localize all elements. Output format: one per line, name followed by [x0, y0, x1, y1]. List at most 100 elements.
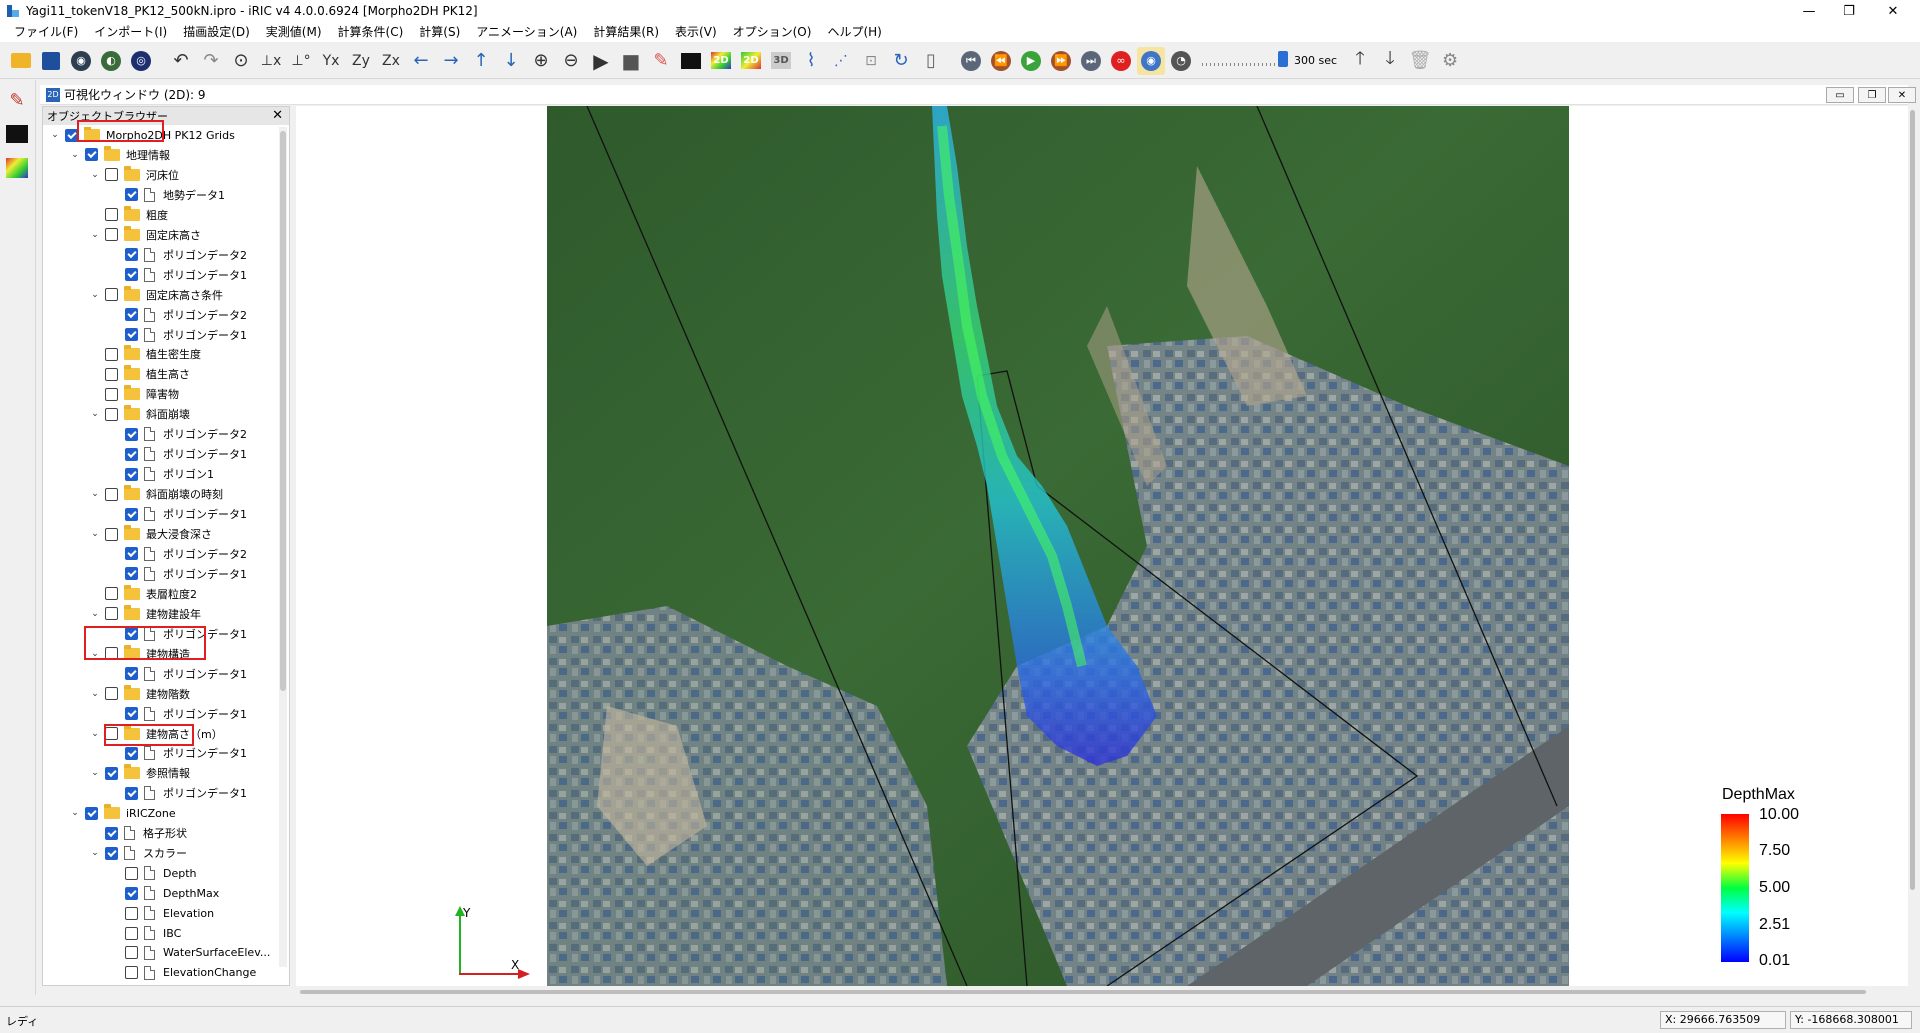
- menu-calculation[interactable]: 計算(S): [411, 22, 468, 42]
- visibility-checkbox[interactable]: [125, 308, 138, 322]
- visibility-checkbox[interactable]: [105, 687, 118, 701]
- visibility-checkbox[interactable]: [125, 786, 138, 800]
- tree-item[interactable]: ポリゴンデータ1: [109, 265, 247, 285]
- tree-item[interactable]: ⌄ 固定床高さ条件: [89, 285, 223, 305]
- tree-item[interactable]: ⌄ 河床位: [89, 165, 179, 185]
- visibility-checkbox[interactable]: [125, 447, 138, 461]
- pencil-icon[interactable]: ✎: [647, 47, 675, 75]
- run-icon[interactable]: ▶: [587, 47, 615, 75]
- object-browser-scrollbar[interactable]: [279, 127, 287, 967]
- tree-item[interactable]: ⌄ スカラー: [89, 843, 187, 863]
- last-frame-icon[interactable]: ⏭: [1077, 47, 1105, 75]
- visibility-checkbox[interactable]: [125, 906, 138, 920]
- visibility-checkbox[interactable]: [125, 866, 138, 880]
- arrow-down-icon[interactable]: 🡓: [1376, 47, 1404, 75]
- expand-arrow-icon[interactable]: ⌄: [89, 608, 101, 620]
- view-zx-icon[interactable]: Zx: [377, 47, 405, 75]
- visibility-checkbox[interactable]: [105, 367, 118, 381]
- expand-arrow-icon[interactable]: ⌄: [89, 488, 101, 500]
- view-2d-icon[interactable]: 2D: [707, 47, 735, 75]
- expand-arrow-icon[interactable]: ⌄: [89, 408, 101, 420]
- menu-help[interactable]: ヘルプ(H): [819, 22, 889, 42]
- stop-icon[interactable]: ■: [617, 47, 645, 75]
- visibility-checkbox[interactable]: [125, 328, 138, 341]
- tree-item[interactable]: Depth: [109, 863, 197, 883]
- visibility-checkbox[interactable]: [125, 507, 138, 521]
- tree-item[interactable]: ポリゴンデータ1: [109, 564, 247, 584]
- camera-icon[interactable]: ◉: [67, 47, 95, 75]
- play-icon[interactable]: ▶: [1017, 47, 1045, 75]
- move-down-icon[interactable]: ↓: [497, 47, 525, 75]
- tree-item[interactable]: ポリゴンデータ1: [109, 743, 247, 763]
- tree-item[interactable]: ⌄ 参照情報: [89, 763, 190, 783]
- first-frame-icon[interactable]: ⏮: [957, 47, 985, 75]
- visibility-checkbox[interactable]: [105, 168, 118, 182]
- tree-item[interactable]: ⌄ 建物階数: [89, 684, 190, 704]
- redo-icon[interactable]: ↷: [197, 47, 225, 75]
- console-window-icon[interactable]: [3, 120, 31, 148]
- tree-item[interactable]: 粗度: [89, 205, 168, 225]
- expand-arrow-icon[interactable]: ⌄: [69, 149, 81, 161]
- menu-animation[interactable]: アニメーション(A): [468, 22, 585, 42]
- visibility-checkbox[interactable]: [105, 527, 118, 541]
- loop-icon[interactable]: ∞: [1107, 47, 1135, 75]
- tree-item[interactable]: ⌄ 斜面崩壊: [89, 404, 190, 424]
- view-yx-icon[interactable]: Yx: [317, 47, 345, 75]
- visibility-checkbox[interactable]: [85, 806, 98, 820]
- tree-item[interactable]: ⌄ 固定床高さ: [89, 225, 201, 245]
- tree-item[interactable]: 植生密生度: [89, 344, 201, 364]
- visibility-checkbox[interactable]: [125, 746, 138, 760]
- move-left-icon[interactable]: ←: [407, 47, 435, 75]
- menu-view[interactable]: 表示(V): [667, 22, 725, 42]
- move-right-icon[interactable]: →: [437, 47, 465, 75]
- globe-icon[interactable]: ◎: [127, 47, 155, 75]
- visibility-checkbox[interactable]: [125, 886, 138, 900]
- expand-arrow-icon[interactable]: ⌄: [69, 807, 81, 819]
- menu-calc-results[interactable]: 計算結果(R): [585, 22, 667, 42]
- sub-restore-button[interactable]: ❐: [1858, 87, 1886, 103]
- time-slider[interactable]: [1200, 47, 1290, 75]
- tree-item[interactable]: ポリゴンデータ2: [109, 544, 247, 564]
- menu-import[interactable]: インポート(I): [86, 22, 175, 42]
- tree-item[interactable]: ⌄ iRICZone: [69, 803, 176, 823]
- visibility-checkbox[interactable]: [125, 467, 138, 481]
- visibility-checkbox[interactable]: [125, 567, 138, 581]
- settings-icon[interactable]: ⚙: [1436, 47, 1464, 75]
- copy-snapshot-icon[interactable]: ◐: [97, 47, 125, 75]
- tree-item[interactable]: ElevationChange: [109, 963, 256, 983]
- mouse-icon[interactable]: ▯: [917, 47, 945, 75]
- tree-item[interactable]: ポリゴンデータ1: [109, 325, 247, 345]
- visibility-checkbox[interactable]: [125, 248, 138, 262]
- tree-item[interactable]: ポリゴンデータ2: [109, 424, 247, 444]
- view-2d-window-icon[interactable]: [3, 154, 31, 182]
- visibility-checkbox[interactable]: [125, 966, 138, 980]
- maximize-button[interactable]: ❐: [1826, 0, 1872, 22]
- visibility-checkbox[interactable]: [85, 148, 98, 162]
- tree-item[interactable]: 障害物: [89, 384, 179, 404]
- tree-item[interactable]: ポリゴンデータ1: [109, 504, 247, 524]
- tree-item[interactable]: ポリゴン1: [109, 464, 214, 484]
- menu-file[interactable]: ファイル(F): [6, 22, 86, 42]
- expand-arrow-icon[interactable]: ⌄: [89, 847, 101, 859]
- visibility-checkbox[interactable]: [105, 208, 118, 222]
- pen-edit-icon[interactable]: ✎: [3, 86, 31, 114]
- visibility-checkbox[interactable]: [105, 487, 118, 501]
- tree-item[interactable]: 植生高さ: [89, 364, 190, 384]
- visibility-checkbox[interactable]: [105, 846, 118, 860]
- tree-item[interactable]: IBC: [109, 923, 181, 943]
- expand-arrow-icon[interactable]: ⌄: [89, 169, 101, 181]
- expand-arrow-icon[interactable]: ⌄: [89, 728, 101, 740]
- view-2d-bird-icon[interactable]: 2D: [737, 47, 765, 75]
- visibility-checkbox[interactable]: [125, 268, 138, 282]
- visibility-checkbox[interactable]: [105, 407, 118, 421]
- graph-icon[interactable]: ⌇: [797, 47, 825, 75]
- open-folder-icon[interactable]: [7, 47, 35, 75]
- expand-arrow-icon[interactable]: ⌄: [89, 289, 101, 301]
- step-forward-icon[interactable]: ⏩: [1047, 47, 1075, 75]
- close-window-button[interactable]: ✕: [1870, 0, 1916, 22]
- expand-arrow-icon[interactable]: ⌄: [89, 528, 101, 540]
- menu-measured-values[interactable]: 実測値(M): [258, 22, 330, 42]
- delete-icon[interactable]: 🗑: [1406, 47, 1434, 75]
- visibility-checkbox[interactable]: [125, 547, 138, 561]
- visibility-checkbox[interactable]: [105, 288, 118, 302]
